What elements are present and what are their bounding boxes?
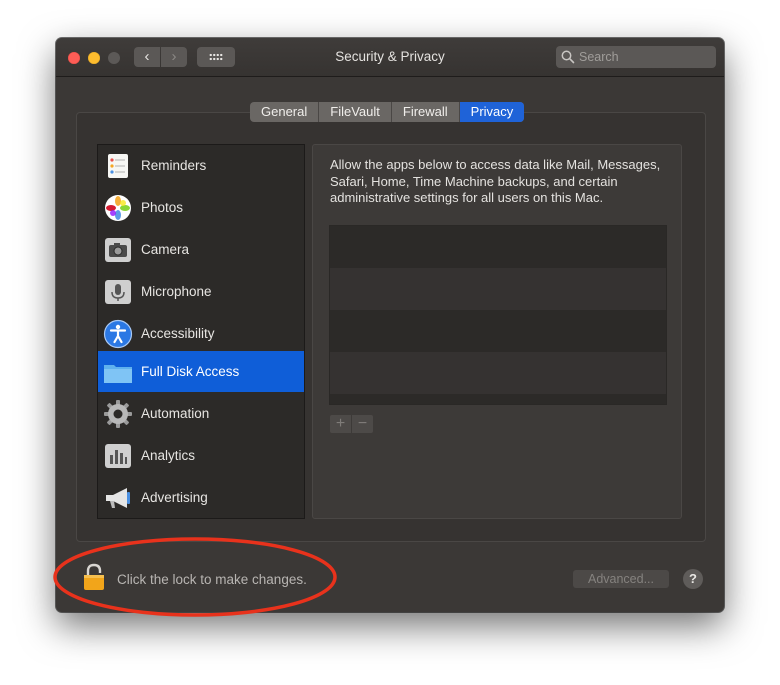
search-placeholder: Search xyxy=(579,50,619,64)
tab-general[interactable]: General xyxy=(250,102,320,122)
remove-app-button[interactable]: − xyxy=(352,415,373,433)
sidebar-item-advertising[interactable]: Advertising xyxy=(98,477,304,518)
folder-icon xyxy=(104,365,132,383)
access-description: Allow the apps below to access data like… xyxy=(330,157,661,205)
title-bar: ‹ › Security & Privacy Search xyxy=(56,38,724,77)
sidebar-item-full-disk-access[interactable]: Full Disk Access xyxy=(98,351,304,392)
tab-privacy[interactable]: Privacy xyxy=(459,102,525,122)
sidebar-item-label: Microphone xyxy=(141,284,212,299)
add-app-button[interactable]: + xyxy=(330,415,351,433)
sidebar-item-label: Analytics xyxy=(141,448,196,463)
advanced-button[interactable]: Advanced... xyxy=(573,570,669,588)
app-list[interactable] xyxy=(329,225,667,405)
sidebar-item-camera[interactable]: Camera xyxy=(98,229,304,270)
camera-icon xyxy=(105,238,131,262)
lock-status-text: Click the lock to make changes. xyxy=(117,572,307,587)
megaphone-icon xyxy=(106,488,130,508)
privacy-category-list: Reminders Photos Camera Microphone Acces… xyxy=(97,144,305,519)
reminders-icon xyxy=(108,154,128,178)
sidebar-item-automation[interactable]: Automation xyxy=(98,393,304,434)
sidebar-item-analytics[interactable]: Analytics xyxy=(98,435,304,476)
list-row xyxy=(330,310,666,352)
tab-bar: General FileVault Firewall Privacy xyxy=(250,102,525,122)
accessibility-icon xyxy=(103,319,133,349)
search-icon xyxy=(561,50,575,64)
sidebar-item-reminders[interactable]: Reminders xyxy=(98,145,304,186)
microphone-icon xyxy=(105,280,131,304)
sidebar-item-label: Automation xyxy=(141,406,210,421)
tab-firewall[interactable]: Firewall xyxy=(392,102,460,122)
sidebar-item-label: Reminders xyxy=(141,158,207,173)
help-button[interactable]: ? xyxy=(683,569,703,589)
sidebar-item-photos[interactable]: Photos xyxy=(98,187,304,228)
sidebar-item-label: Photos xyxy=(141,200,184,215)
sidebar-item-accessibility[interactable]: Accessibility xyxy=(98,313,304,354)
sidebar-item-microphone[interactable]: Microphone xyxy=(98,271,304,312)
sidebar-item-label: Accessibility xyxy=(141,326,215,341)
full-disk-access-pane: Allow the apps below to access data like… xyxy=(312,144,682,519)
list-row xyxy=(330,226,666,268)
sidebar-item-label: Camera xyxy=(141,242,190,257)
gear-icon xyxy=(104,400,132,428)
list-row xyxy=(330,352,666,394)
photos-icon xyxy=(105,195,131,221)
lock-icon[interactable] xyxy=(83,563,105,591)
search-field[interactable]: Search xyxy=(556,46,716,68)
analytics-icon xyxy=(105,444,131,468)
list-row xyxy=(330,268,666,310)
security-privacy-window: ‹ › Security & Privacy Search General Fi… xyxy=(56,38,724,612)
tab-filevault[interactable]: FileVault xyxy=(319,102,392,122)
sidebar-item-label: Full Disk Access xyxy=(141,364,240,379)
sidebar-item-label: Advertising xyxy=(141,490,208,505)
